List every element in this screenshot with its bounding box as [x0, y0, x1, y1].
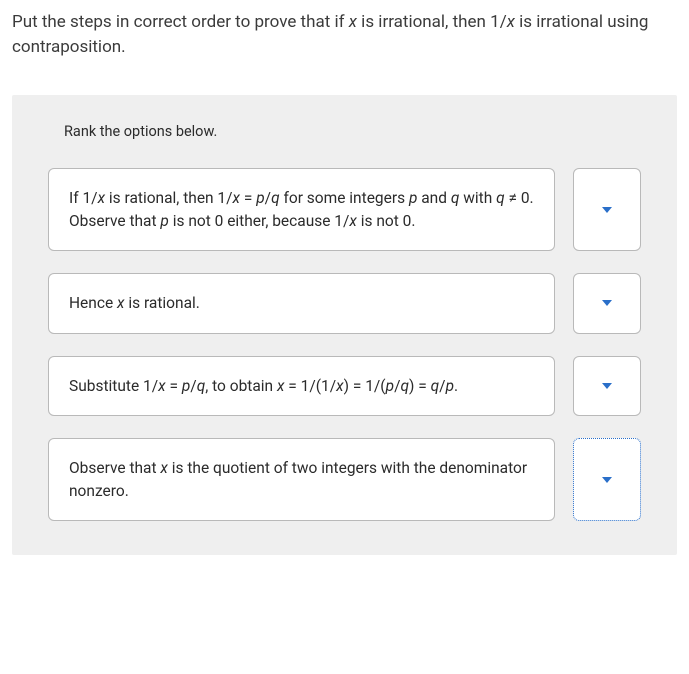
t: q — [496, 189, 505, 207]
t: p — [386, 377, 394, 395]
t: = 1/(1/ — [284, 377, 336, 395]
option-card: Observe that x is the quotient of two in… — [48, 438, 555, 521]
option-row: Hence x is rational. — [48, 273, 641, 333]
t: p — [160, 212, 168, 230]
q-var-x: x — [507, 12, 515, 32]
rank-dropdown[interactable] — [573, 438, 641, 521]
rank-dropdown[interactable] — [573, 273, 641, 333]
chevron-down-icon — [602, 383, 612, 389]
t: x — [336, 377, 343, 395]
t: = — [240, 189, 256, 207]
t: is not 0. — [357, 212, 416, 230]
t: x — [160, 459, 167, 477]
t: q — [400, 377, 409, 395]
t: ) = — [409, 377, 431, 395]
t: with — [459, 189, 496, 207]
t: Observe that — [69, 459, 160, 477]
ranking-panel: Rank the options below. If 1/x is ration… — [12, 95, 677, 555]
option-card: Hence x is rational. — [48, 273, 555, 333]
t: is rational. — [124, 294, 199, 312]
option-card: If 1/x is rational, then 1/x = p/q for s… — [48, 168, 555, 251]
t: = — [166, 377, 182, 395]
t: is rational, then 1/ — [105, 189, 233, 207]
q-var-x: x — [349, 12, 357, 32]
t: x — [158, 377, 165, 395]
chevron-down-icon — [602, 477, 612, 483]
t: p — [182, 377, 190, 395]
t: x — [349, 212, 356, 230]
t: Hence — [69, 294, 117, 312]
t: q — [197, 377, 206, 395]
chevron-down-icon — [602, 300, 612, 306]
option-row: Substitute 1/x = p/q, to obtain x = 1/(1… — [48, 356, 641, 416]
t: Substitute 1/ — [69, 377, 158, 395]
t: , to obtain — [205, 377, 277, 395]
t: and — [417, 189, 450, 207]
chevron-down-icon — [602, 207, 612, 213]
option-row: Observe that x is the quotient of two in… — [48, 438, 641, 521]
t: p — [256, 189, 264, 207]
rank-dropdown[interactable] — [573, 168, 641, 251]
q-part: is irrational, then 1/ — [357, 12, 507, 32]
t: for some integers — [280, 189, 409, 207]
t: . — [454, 377, 458, 395]
instruction-text: Rank the options below. — [64, 123, 641, 140]
t: x — [233, 189, 240, 207]
t: x — [98, 189, 105, 207]
t: is not 0 either, because 1/ — [169, 212, 350, 230]
t: p — [446, 377, 454, 395]
option-row: If 1/x is rational, then 1/x = p/q for s… — [48, 168, 641, 251]
rank-dropdown[interactable] — [573, 356, 641, 416]
t: If 1/ — [69, 189, 98, 207]
option-card: Substitute 1/x = p/q, to obtain x = 1/(1… — [48, 356, 555, 416]
t: q — [431, 377, 440, 395]
question-text: Put the steps in correct order to prove … — [12, 10, 677, 59]
t: q — [271, 189, 280, 207]
t: ) = 1/( — [344, 377, 386, 395]
q-part: Put the steps in correct order to prove … — [12, 12, 349, 32]
